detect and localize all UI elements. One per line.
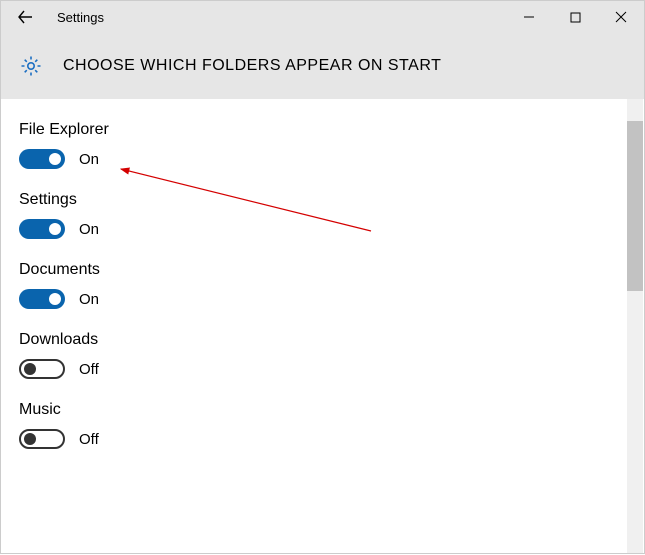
toggle-row: Off bbox=[19, 359, 644, 379]
window-controls bbox=[506, 1, 644, 33]
option-downloads: Downloads Off bbox=[19, 331, 644, 379]
window-title: Settings bbox=[57, 10, 104, 25]
toggle-row: On bbox=[19, 219, 644, 239]
option-documents: Documents On bbox=[19, 261, 644, 309]
toggle-row: Off bbox=[19, 429, 644, 449]
toggle-state-text: On bbox=[79, 151, 99, 168]
option-label: Downloads bbox=[19, 331, 644, 349]
minimize-icon bbox=[523, 11, 535, 23]
option-label: Music bbox=[19, 401, 644, 419]
option-label: Settings bbox=[19, 191, 644, 209]
option-label: File Explorer bbox=[19, 121, 644, 139]
page-title: CHOOSE WHICH FOLDERS APPEAR ON START bbox=[63, 57, 441, 75]
option-label: Documents bbox=[19, 261, 644, 279]
toggle-state-text: Off bbox=[79, 361, 99, 378]
close-button[interactable] bbox=[598, 1, 644, 33]
content-area: File Explorer On Settings On Documents O… bbox=[1, 99, 644, 555]
toggle-downloads[interactable] bbox=[19, 359, 65, 379]
page-header: CHOOSE WHICH FOLDERS APPEAR ON START bbox=[1, 33, 644, 99]
titlebar: Settings bbox=[1, 1, 644, 33]
back-arrow-icon bbox=[16, 8, 34, 26]
maximize-icon bbox=[570, 12, 581, 23]
option-settings: Settings On bbox=[19, 191, 644, 239]
option-music: Music Off bbox=[19, 401, 644, 449]
toggle-state-text: Off bbox=[79, 431, 99, 448]
maximize-button[interactable] bbox=[552, 1, 598, 33]
toggle-music[interactable] bbox=[19, 429, 65, 449]
toggle-row: On bbox=[19, 289, 644, 309]
toggle-state-text: On bbox=[79, 291, 99, 308]
option-file-explorer: File Explorer On bbox=[19, 121, 644, 169]
back-button[interactable] bbox=[1, 1, 49, 33]
toggle-state-text: On bbox=[79, 221, 99, 238]
toggle-documents[interactable] bbox=[19, 289, 65, 309]
toggle-row: On bbox=[19, 149, 644, 169]
close-icon bbox=[615, 11, 627, 23]
toggle-file-explorer[interactable] bbox=[19, 149, 65, 169]
minimize-button[interactable] bbox=[506, 1, 552, 33]
scrollbar-thumb[interactable] bbox=[627, 121, 643, 291]
gear-icon bbox=[19, 54, 43, 78]
toggle-settings[interactable] bbox=[19, 219, 65, 239]
